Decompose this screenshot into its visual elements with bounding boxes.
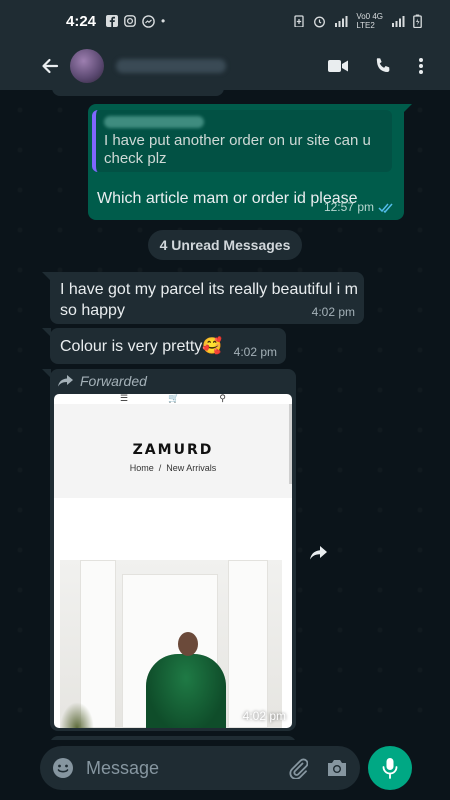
cart-icon: 🛒 xyxy=(168,394,180,403)
voice-record-button[interactable] xyxy=(368,746,412,790)
incoming-message[interactable]: I have got my parcel its really beautifu… xyxy=(42,272,364,324)
system-icons: Vo0 4G LTE2 xyxy=(293,12,422,30)
message-input[interactable]: Message xyxy=(86,758,288,779)
facebook-icon xyxy=(106,15,119,27)
site-brand: ZAMURD xyxy=(132,442,214,458)
messenger-icon xyxy=(142,14,155,28)
forwarded-label: Forwarded xyxy=(58,373,147,389)
battery-saver-icon xyxy=(294,15,304,27)
notification-icons: • xyxy=(106,14,165,28)
search-icon: ⚲ xyxy=(219,394,226,403)
status-time: 4:24 xyxy=(66,12,97,30)
quoted-message[interactable]: I have put another order on ur site can … xyxy=(92,110,392,172)
breadcrumb: Home / New Arrivals xyxy=(129,463,217,473)
microphone-icon xyxy=(382,758,398,779)
forwarded-image[interactable]: ☰ 🛒 ⚲ ZAMURD Home / New Arrivals xyxy=(54,394,292,728)
emoji-icon[interactable] xyxy=(52,757,74,779)
outgoing-message[interactable]: I have put another order on ur site can … xyxy=(88,104,412,220)
double-check-icon xyxy=(378,203,393,213)
status-bar: 4:24 • Vo0 4G LTE2 xyxy=(0,0,450,42)
plant xyxy=(60,702,94,728)
site-scrollbar xyxy=(289,404,292,484)
contact-name-redacted[interactable] xyxy=(116,59,226,73)
signal-icon xyxy=(335,16,348,27)
previous-message-edge xyxy=(52,90,224,96)
video-call-icon[interactable] xyxy=(328,59,348,73)
message-time: 12:57 pm xyxy=(323,200,374,214)
message-text: Which article mam or order id please xyxy=(97,190,358,207)
phone-icon[interactable] xyxy=(374,57,392,75)
incoming-message[interactable]: Colour is very pretty🥰 4:02 pm xyxy=(42,328,286,364)
next-message-edge xyxy=(50,736,296,740)
menu-icon: ☰ xyxy=(120,394,129,403)
battery-icon xyxy=(413,14,422,28)
attach-icon[interactable] xyxy=(288,757,308,779)
forward-share-button[interactable] xyxy=(304,538,334,568)
network-type: Vo0 4G LTE2 xyxy=(356,12,383,30)
more-notifications-icon: • xyxy=(161,14,166,28)
signal-icon-2 xyxy=(392,16,405,27)
message-text: Colour is very pretty🥰 xyxy=(60,338,223,355)
message-time: 4:02 pm xyxy=(242,709,286,723)
smiling-hearts-emoji: 🥰 xyxy=(202,338,223,355)
message-time: 4:02 pm xyxy=(311,305,355,319)
message-composer[interactable]: Message xyxy=(40,746,360,790)
camera-icon[interactable] xyxy=(326,758,348,778)
product-photo xyxy=(60,560,282,728)
message-time: 4:02 pm xyxy=(233,345,277,359)
unread-banner: 4 Unread Messages xyxy=(148,230,302,260)
model-dress xyxy=(146,654,226,728)
chat-area: I have put another order on ur site can … xyxy=(0,90,450,740)
quoted-sender-redacted xyxy=(104,116,204,128)
site-toolbar: ☰ 🛒 ⚲ xyxy=(54,394,292,404)
contact-avatar[interactable] xyxy=(70,49,104,83)
forwarded-image-message[interactable]: Forwarded ☰ 🛒 ⚲ ZAMURD Home / New Arriva… xyxy=(42,369,296,731)
alarm-icon xyxy=(314,16,326,27)
chat-header xyxy=(0,42,450,90)
background-panel xyxy=(228,560,268,728)
forward-icon xyxy=(58,375,73,387)
forward-icon xyxy=(310,546,327,560)
more-vert-icon[interactable] xyxy=(418,57,424,75)
message-meta: 12:57 pm xyxy=(324,200,394,214)
back-button[interactable] xyxy=(30,42,70,90)
arrow-left-icon xyxy=(42,58,59,74)
instagram-icon xyxy=(124,15,136,27)
quoted-text: I have put another order on ur site can … xyxy=(104,132,371,167)
model-head xyxy=(178,632,198,656)
